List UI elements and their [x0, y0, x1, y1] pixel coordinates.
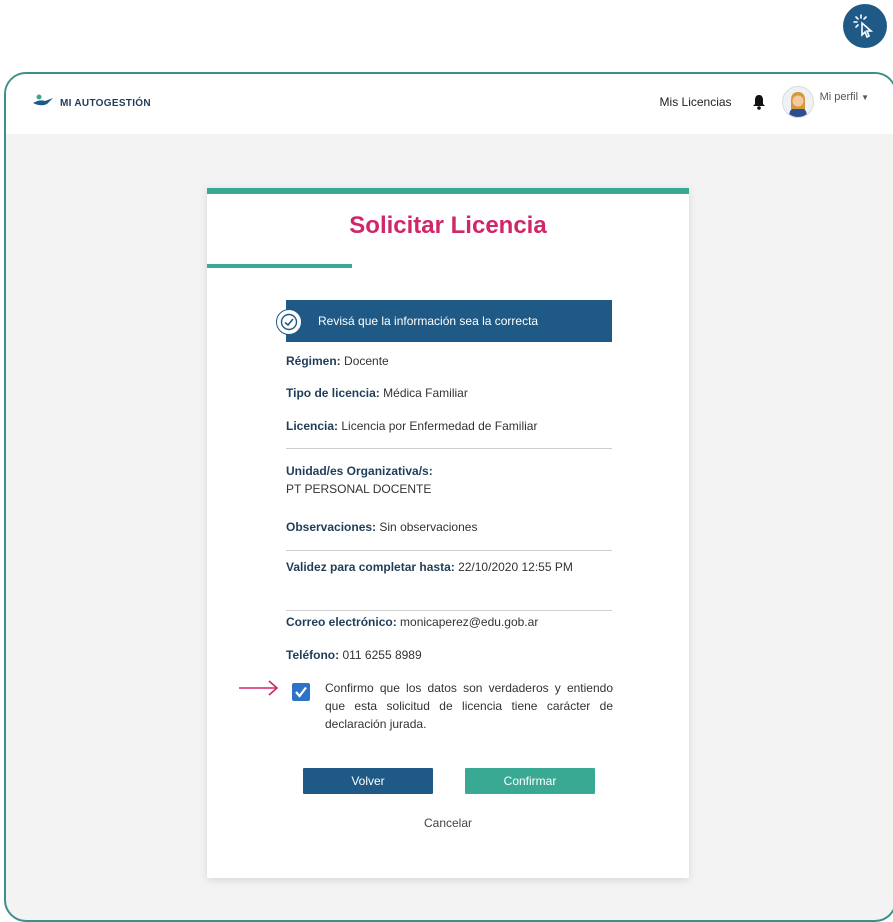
check-circle-icon [276, 309, 302, 335]
click-cursor-icon [843, 4, 887, 48]
brand-name: MI AUTOGESTIÓN [60, 98, 151, 109]
cancel-link[interactable]: Cancelar [207, 816, 689, 830]
declaration-text: Confirmo que los datos son verdaderos y … [325, 681, 613, 731]
field-label: Correo electrónico: [286, 615, 397, 629]
field-regimen: Régimen: Docente [286, 352, 612, 370]
brand[interactable]: MI AUTOGESTIÓN [32, 94, 151, 113]
arrow-right-icon [237, 678, 281, 703]
review-banner: Revisá que la información sea la correct… [276, 300, 612, 342]
field-value: 011 6255 8989 [342, 648, 422, 662]
field-label: Licencia: [286, 419, 339, 433]
field-label: Régimen: [286, 354, 341, 368]
field-value: 22/10/2020 12:55 PM [458, 560, 573, 574]
field-correo: Correo electrónico: monicaperez@edu.gob.… [286, 613, 612, 631]
field-value: Sin observaciones [379, 520, 478, 534]
app-window: MI AUTOGESTIÓN Mis Licencias Mi perfil ▼… [4, 72, 893, 922]
confirm-button[interactable]: Confirmar [465, 768, 595, 794]
field-tipo-licencia: Tipo de licencia: Médica Familiar [286, 384, 612, 402]
banner-text: Revisá que la información sea la correct… [318, 314, 539, 328]
nav-mis-licencias[interactable]: Mis Licencias [660, 95, 732, 109]
field-observaciones: Observaciones: Sin observaciones [286, 518, 612, 536]
field-value: Médica Familiar [383, 386, 468, 400]
title-underline [207, 264, 352, 268]
profile-menu[interactable]: Mi perfil ▼ [820, 91, 869, 103]
chevron-down-icon: ▼ [861, 92, 869, 102]
field-validez: Validez para completar hasta: 22/10/2020… [286, 558, 596, 576]
divider [286, 610, 612, 611]
field-value: Licencia por Enfermedad de Familiar [341, 419, 538, 433]
back-button[interactable]: Volver [303, 768, 433, 794]
field-value: monicaperez@edu.gob.ar [400, 615, 539, 629]
declaration-checkbox[interactable] [292, 683, 310, 701]
brand-logo-icon [32, 94, 54, 113]
checkmark-icon [295, 686, 307, 698]
license-request-card: Solicitar Licencia Revisá que la informa… [207, 188, 689, 878]
bell-icon[interactable] [752, 94, 766, 110]
page-title: Solicitar Licencia [349, 212, 547, 239]
divider [286, 448, 612, 449]
field-unidad-organizativa: Unidad/es Organizativa/s: PT PERSONAL DO… [286, 462, 612, 498]
field-licencia: Licencia: Licencia por Enfermedad de Fam… [286, 417, 612, 435]
card-top-border [207, 188, 689, 194]
field-label: Tipo de licencia: [286, 386, 380, 400]
field-value: PT PERSONAL DOCENTE [286, 482, 432, 496]
field-value: Docente [344, 354, 389, 368]
profile-label: Mi perfil [819, 91, 859, 103]
field-telefono: Teléfono: 011 6255 8989 [286, 646, 612, 664]
field-label: Validez para completar hasta: [286, 560, 455, 574]
top-navigation-bar: MI AUTOGESTIÓN Mis Licencias Mi perfil ▼ [6, 74, 893, 134]
field-label: Observaciones: [286, 520, 377, 534]
field-label: Unidad/es Organizativa/s: [286, 464, 433, 478]
divider [286, 550, 612, 551]
avatar[interactable] [781, 86, 814, 118]
field-label: Teléfono: [286, 648, 340, 662]
